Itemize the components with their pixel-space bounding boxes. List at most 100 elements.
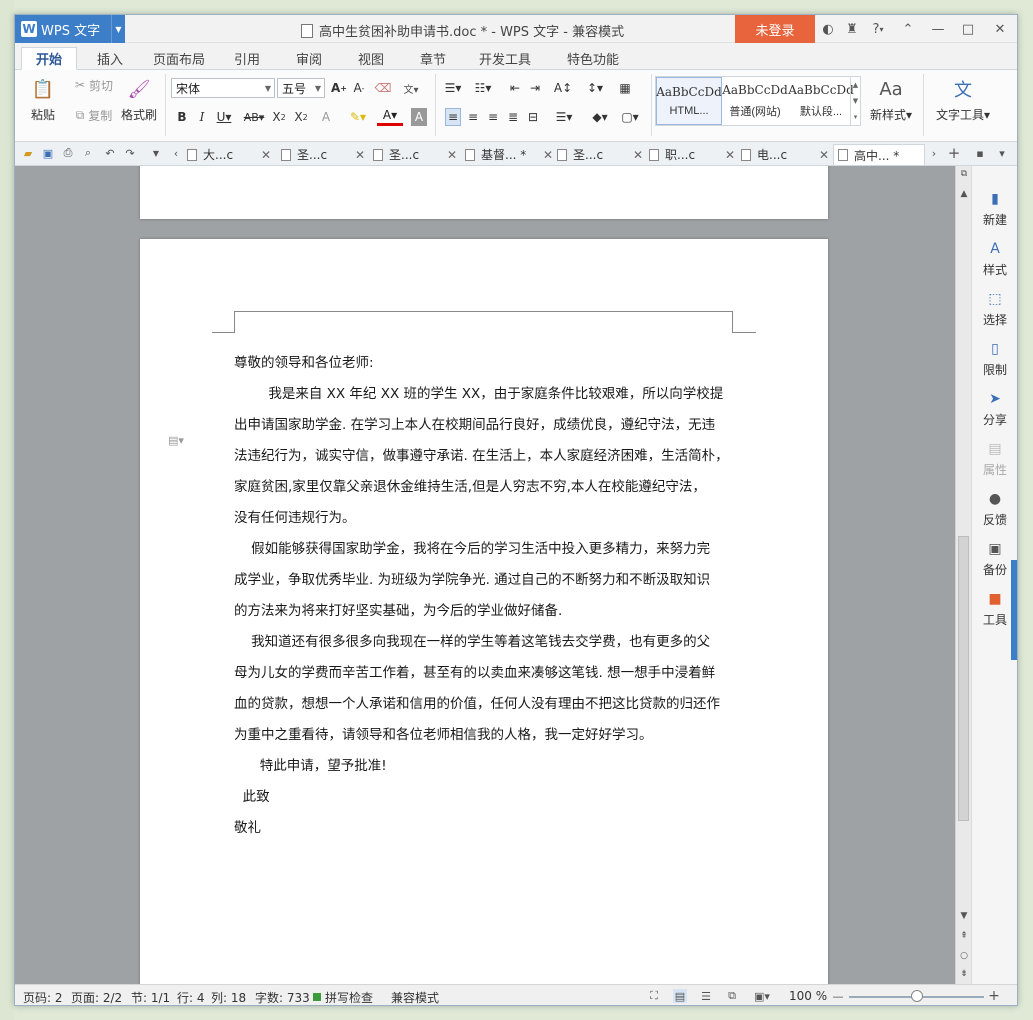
subscript-icon[interactable]: X2: [293, 108, 309, 126]
tab-list-icon[interactable]: ▪: [973, 146, 987, 160]
chevron-down-icon[interactable]: ▼: [149, 146, 163, 160]
font-size-select[interactable]: 五号 ▼: [277, 78, 325, 98]
chevron-right-icon[interactable]: ›: [927, 146, 941, 160]
status-pages[interactable]: 页面: 2/2: [71, 989, 122, 1005]
skin-icon[interactable]: ◐: [819, 20, 837, 38]
close-icon[interactable]: ✕: [447, 148, 457, 162]
chevron-up-icon[interactable]: ▲: [853, 81, 858, 89]
save-icon[interactable]: ▣: [41, 146, 55, 160]
status-page-code[interactable]: 页码: 2: [23, 989, 63, 1005]
italic-icon[interactable]: I: [195, 108, 209, 126]
sidebar-item-select[interactable]: ⬚ 选择: [972, 290, 1017, 328]
close-icon[interactable]: ✕: [991, 20, 1009, 38]
print-preview-icon[interactable]: ⌕: [81, 146, 95, 160]
redo-icon[interactable]: ↷: [123, 146, 137, 160]
highlight-icon[interactable]: ✎▾: [345, 108, 371, 126]
paste-button[interactable]: 📋 粘贴: [21, 76, 65, 123]
justify-icon[interactable]: ≣: [505, 108, 521, 126]
doc-tab[interactable]: 圣...c ✕: [281, 144, 369, 165]
align-right-icon[interactable]: ≡: [485, 108, 501, 126]
sidebar-item-new[interactable]: ▮ 新建: [972, 190, 1017, 228]
font-color-icon[interactable]: A▾: [377, 106, 403, 126]
distributed-icon[interactable]: ⊟: [525, 108, 541, 126]
bold-icon[interactable]: B: [175, 108, 189, 126]
document-canvas[interactable]: ▤▾ 尊敬的领导和各位老师: 我是来自 XX 年纪 XX 班的学生 XX，由于家…: [15, 166, 955, 984]
bullets-icon[interactable]: ☰▾: [441, 79, 465, 97]
tab-page-layout[interactable]: 页面布局: [147, 47, 211, 70]
underline-icon[interactable]: U▾: [213, 108, 235, 126]
new-style-button[interactable]: Aa 新样式▾: [865, 76, 917, 123]
chevron-left-icon[interactable]: ‹: [169, 146, 183, 160]
doc-tab[interactable]: 圣...c ✕: [557, 144, 647, 165]
chevron-down-icon[interactable]: ▼: [111, 15, 125, 43]
text-effect-icon[interactable]: A: [317, 108, 335, 126]
doc-tab[interactable]: 基督... * ✕: [465, 144, 557, 165]
shirt-icon[interactable]: ♜: [843, 20, 861, 38]
tab-insert[interactable]: 插入: [85, 47, 135, 70]
close-icon[interactable]: ✕: [819, 148, 829, 162]
web-view-icon[interactable]: ⧉: [725, 989, 739, 1003]
maximize-icon[interactable]: □: [959, 20, 977, 38]
paragraph-handle-icon[interactable]: ▤▾: [168, 434, 184, 447]
tab-view[interactable]: 视图: [349, 47, 393, 70]
previous-page-icon[interactable]: ⇞: [958, 930, 970, 942]
borders-icon[interactable]: ▢▾: [617, 108, 643, 126]
zoom-in-icon[interactable]: +: [987, 988, 1001, 1004]
document-body[interactable]: 尊敬的领导和各位老师: 我是来自 XX 年纪 XX 班的学生 XX，由于家庭条件…: [234, 348, 734, 844]
sidebar-item-share[interactable]: ➤ 分享: [972, 390, 1017, 428]
align-center-icon[interactable]: ≡: [465, 108, 481, 126]
pinyin-icon[interactable]: 文▾: [399, 79, 423, 97]
grow-font-icon[interactable]: A +: [331, 79, 347, 97]
doc-tab[interactable]: 圣...c ✕: [373, 144, 461, 165]
shrink-font-icon[interactable]: A-: [351, 79, 367, 97]
new-tab-icon[interactable]: +: [947, 144, 961, 162]
wps-app-menu-button[interactable]: W WPS 文字 ▼: [15, 15, 125, 43]
undo-icon[interactable]: ↶: [103, 146, 117, 160]
close-icon[interactable]: ✕: [261, 148, 271, 162]
doc-tab[interactable]: 职...c ✕: [649, 144, 739, 165]
tab-chapter[interactable]: 章节: [411, 47, 455, 70]
style-default[interactable]: AaBbCcDd 默认段...: [788, 77, 854, 125]
outline-view-icon[interactable]: ☰: [699, 989, 713, 1003]
format-painter-button[interactable]: 🖌 格式刷: [119, 76, 159, 123]
table-icon[interactable]: ▦: [617, 79, 633, 97]
close-icon[interactable]: ✕: [543, 148, 553, 162]
expand-icon[interactable]: ▾: [854, 113, 858, 121]
tab-references[interactable]: 引用: [225, 47, 269, 70]
superscript-icon[interactable]: X2: [271, 108, 287, 126]
full-screen-icon[interactable]: ⛶: [647, 989, 661, 1003]
copy-button[interactable]: ⧉ 复制: [69, 106, 119, 124]
next-page-icon[interactable]: ⇟: [958, 968, 970, 980]
sidebar-item-feedback[interactable]: ● 反馈: [972, 490, 1017, 528]
strikethrough-icon[interactable]: AB▾: [241, 108, 267, 126]
sort-icon[interactable]: ↕▾: [585, 79, 605, 97]
increase-indent-icon[interactable]: ⇥: [527, 79, 543, 97]
status-spell-check[interactable]: 拼写检查: [325, 989, 373, 1005]
scroll-thumb[interactable]: [958, 536, 969, 821]
minimize-icon[interactable]: —: [929, 20, 947, 38]
help-button[interactable]: ? ▾: [867, 20, 889, 38]
chevron-up-icon[interactable]: ▲: [958, 188, 970, 200]
decrease-indent-icon[interactable]: ⇤: [507, 79, 523, 97]
style-html[interactable]: AaBbCcDd HTML...: [656, 77, 722, 125]
split-icon[interactable]: ⧉: [958, 168, 970, 180]
text-direction-icon[interactable]: A↕: [551, 79, 575, 97]
style-normal-web[interactable]: AaBbCcDd 普通(网站): [722, 77, 788, 125]
close-icon[interactable]: ✕: [633, 148, 643, 162]
shading-icon[interactable]: ◆▾: [587, 108, 613, 126]
zoom-out-icon[interactable]: —: [831, 989, 845, 1003]
status-word-count[interactable]: 字数: 733: [255, 989, 310, 1005]
print-icon[interactable]: ⎙: [61, 146, 75, 160]
collapse-ribbon-icon[interactable]: ⌃: [899, 20, 917, 38]
align-left-icon[interactable]: ≡: [445, 108, 461, 126]
sidebar-item-style[interactable]: A 样式: [972, 240, 1017, 278]
tab-developer[interactable]: 开发工具: [473, 47, 537, 70]
close-icon[interactable]: ✕: [355, 148, 365, 162]
cut-button[interactable]: ✂ 剪切: [69, 76, 119, 94]
close-icon[interactable]: ✕: [725, 148, 735, 162]
doc-tab[interactable]: 电...c ✕: [741, 144, 833, 165]
clear-format-icon[interactable]: ⌫: [375, 79, 392, 97]
chevron-down-icon[interactable]: ▼: [853, 97, 858, 105]
char-shading-icon[interactable]: A: [411, 108, 427, 126]
page-view-icon[interactable]: ▤: [673, 989, 687, 1003]
